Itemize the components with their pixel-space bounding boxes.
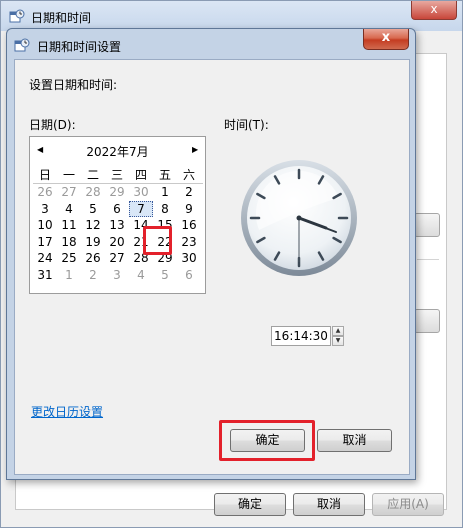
calendar-day[interactable]: 24: [33, 250, 57, 266]
highlight-selected-day: [143, 226, 172, 255]
calendar-day[interactable]: 1: [153, 184, 177, 200]
weekday-thu: 四: [134, 168, 147, 182]
calendar-day[interactable]: 25: [57, 250, 81, 266]
date-time-window-title: 日期和时间: [31, 11, 92, 25]
calendar-day[interactable]: 19: [81, 234, 105, 250]
calendar-day[interactable]: 4: [129, 267, 153, 283]
calendar-day[interactable]: 12: [81, 217, 105, 233]
time-spin-up-button[interactable]: ▲: [332, 326, 344, 336]
calendar-day[interactable]: 11: [57, 217, 81, 233]
calendar-day[interactable]: 8: [153, 201, 177, 217]
calendar-day[interactable]: 9: [177, 201, 201, 217]
weekday-sun: 日: [38, 168, 51, 182]
calendar-day[interactable]: 6: [105, 201, 129, 217]
calendar-day[interactable]: 3: [105, 267, 129, 283]
calendar-day[interactable]: 26: [33, 184, 57, 200]
change-timezone-button-edge[interactable]: [414, 309, 440, 333]
calendar-day[interactable]: 26: [81, 250, 105, 266]
calendar-day[interactable]: 28: [81, 184, 105, 200]
set-date-time-heading: 设置日期和时间:: [29, 78, 118, 92]
calendar-day[interactable]: 16: [177, 217, 201, 233]
analog-clock-icon: [241, 160, 357, 276]
calendar-day[interactable]: 23: [177, 234, 201, 250]
calendar-day[interactable]: 30: [177, 250, 201, 266]
time-spin-down-button[interactable]: ▼: [332, 336, 344, 346]
panel-separator: [417, 259, 439, 260]
calendar-day[interactable]: 1: [57, 267, 81, 283]
background-apply-button[interactable]: 应用(A): [372, 493, 444, 516]
calendar-day[interactable]: 6: [177, 267, 201, 283]
weekday-mon: 一: [62, 168, 75, 182]
dialog-titlebar[interactable]: 日期和时间设置 x: [7, 29, 415, 59]
calendar-day[interactable]: 5: [153, 267, 177, 283]
calendar-day-selected[interactable]: 7: [129, 200, 153, 217]
dialog-close-button[interactable]: x: [363, 29, 409, 50]
weekday-tue: 二: [86, 168, 99, 182]
weekday-fri: 五: [158, 168, 171, 182]
calendar-day[interactable]: 13: [105, 217, 129, 233]
calendar-day[interactable]: 10: [33, 217, 57, 233]
date-time-window-titlebar: 日期和时间 x: [1, 1, 462, 31]
calendar-control: ◀ 2022年7月 ▶ 日 一 二 三 四 五 六 26 27 28 29 30 1 2 3 4…: [29, 136, 206, 294]
date-time-app-icon: [9, 9, 25, 23]
calendar-day[interactable]: 27: [105, 250, 129, 266]
calendar-day[interactable]: 20: [105, 234, 129, 250]
date-label: 日期(D):: [29, 118, 76, 132]
date-time-settings-dialog: 日期和时间设置 x 设置日期和时间: 日期(D): 时间(T): ◀ 2022年…: [6, 28, 416, 480]
dialog-client-area: 设置日期和时间: 日期(D): 时间(T): ◀ 2022年7月 ▶ 日 一 二…: [14, 59, 410, 475]
date-time-settings-icon: [14, 38, 30, 52]
calendar-weekday-header: 日 一 二 三 四 五 六: [33, 167, 203, 184]
calendar-day[interactable]: 29: [105, 184, 129, 200]
change-date-button-edge[interactable]: [414, 213, 440, 237]
highlight-ok-button: [219, 420, 315, 461]
calendar-month-title[interactable]: 2022年7月: [30, 143, 205, 160]
background-ok-button[interactable]: 确定: [214, 493, 286, 516]
background-cancel-button[interactable]: 取消: [293, 493, 365, 516]
calendar-day[interactable]: 27: [57, 184, 81, 200]
calendar-day[interactable]: 2: [81, 267, 105, 283]
next-month-icon[interactable]: ▶: [192, 145, 198, 154]
change-calendar-settings-link[interactable]: 更改日历设置: [31, 403, 103, 420]
calendar-day[interactable]: 4: [57, 201, 81, 217]
weekday-sat: 六: [182, 168, 195, 182]
calendar-day[interactable]: 3: [33, 201, 57, 217]
calendar-day[interactable]: 18: [57, 234, 81, 250]
dialog-cancel-button[interactable]: 取消: [317, 429, 392, 452]
weekday-wed: 三: [110, 168, 123, 182]
calendar-day[interactable]: 17: [33, 234, 57, 250]
calendar-day[interactable]: 30: [129, 184, 153, 200]
time-input[interactable]: 16:14:30: [271, 326, 331, 346]
time-label: 时间(T):: [224, 118, 269, 132]
dialog-title: 日期和时间设置: [37, 40, 122, 54]
calendar-day[interactable]: 2: [177, 184, 201, 200]
calendar-day[interactable]: 31: [33, 267, 57, 283]
background-close-button[interactable]: x: [411, 1, 457, 20]
calendar-day[interactable]: 5: [81, 201, 105, 217]
